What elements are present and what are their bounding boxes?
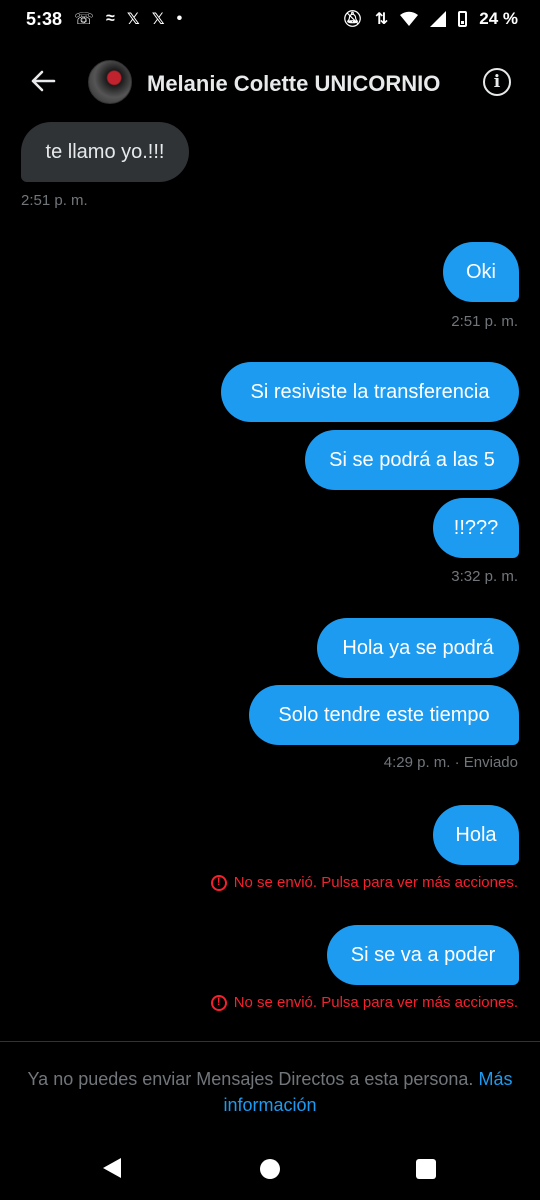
back-button[interactable] [26, 64, 60, 98]
divider [0, 1041, 540, 1042]
nav-home-icon[interactable] [260, 1159, 280, 1179]
send-error[interactable]: ! No se envió. Pulsa para ver más accion… [210, 994, 518, 1011]
nav-recents-icon[interactable] [416, 1159, 436, 1179]
x-icon: 𝕏 [126, 11, 140, 28]
navigation-bar [0, 1140, 540, 1200]
contact-name[interactable]: Melanie Colette UNICORNIO [147, 71, 440, 97]
x-icon: 𝕏 [151, 11, 165, 28]
info-icon: i [493, 72, 501, 92]
battery-percent: 24 % [479, 9, 518, 28]
status-bar: 5:38 ☏ ≈ 𝕏 𝕏 • 🔕︎ ⇅ 24 % [0, 0, 540, 38]
data-arrows-icon: ⇅ [374, 11, 389, 28]
error-icon: ! [210, 994, 227, 1011]
dm-restriction-notice: Ya no puedes enviar Mensajes Directos a … [20, 1066, 520, 1118]
notice-text: Ya no puedes enviar Mensajes Directos a … [27, 1069, 474, 1089]
message-bubble[interactable]: te llamo yo.!!! [21, 122, 189, 182]
message-bubble[interactable]: Si se va a poder [327, 925, 519, 985]
signal-icon [430, 11, 447, 27]
arrow-left-icon [31, 70, 56, 92]
info-button[interactable]: i [483, 68, 511, 96]
battery-icon [458, 11, 468, 27]
message-timestamp: 4:29 p. m. · Enviado [383, 754, 518, 771]
error-icon: ! [210, 874, 227, 891]
message-bubble[interactable]: Solo tendre este tiempo [249, 685, 519, 745]
avatar[interactable] [88, 60, 132, 104]
nav-back-icon[interactable] [103, 1158, 121, 1178]
dot-icon: • [176, 10, 183, 27]
message-bubble[interactable]: Hola [433, 805, 519, 865]
message-timestamp: 2:51 p. m. [451, 313, 518, 330]
message-bubble[interactable]: Hola ya se podrá [317, 618, 519, 678]
wifi-icon [400, 11, 419, 26]
message-timestamp: 2:51 p. m. [21, 192, 88, 209]
missed-call-icon: ☏ [74, 11, 95, 28]
message-bubble[interactable]: Si resiviste la transferencia [221, 362, 519, 422]
send-error[interactable]: ! No se envió. Pulsa para ver más accion… [210, 874, 518, 891]
message-bubble[interactable]: !!??? [433, 498, 519, 558]
message-bubble[interactable]: Si se podrá a las 5 [305, 430, 519, 490]
message-timestamp: 3:32 p. m. [451, 568, 518, 585]
app-icon: ≈ [106, 10, 115, 27]
status-time: 5:38 [26, 8, 63, 29]
conversation-header: Melanie Colette UNICORNIO i [0, 55, 540, 113]
send-error-label: No se envió. Pulsa para ver más acciones… [233, 874, 518, 891]
mute-icon: 🔕︎ [342, 11, 363, 28]
send-error-label: No se envió. Pulsa para ver más acciones… [233, 994, 518, 1011]
message-bubble[interactable]: Oki [443, 242, 519, 302]
